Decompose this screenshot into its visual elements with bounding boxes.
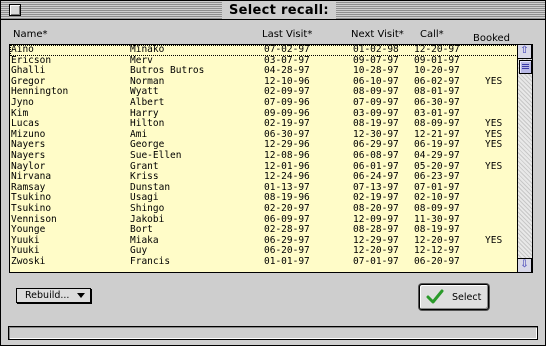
- column-header-call[interactable]: Call*: [420, 29, 444, 40]
- cell-last-visit: 12-08-96: [264, 149, 310, 161]
- cell-last-name: Nayers: [11, 149, 46, 161]
- popup-triangle-icon: [77, 293, 85, 298]
- cell-first-name: Minako: [130, 45, 165, 55]
- cell-booked: YES: [485, 75, 503, 87]
- rebuild-popup-button[interactable]: Rebuild...: [16, 288, 91, 303]
- cell-first-name: Shingo: [130, 202, 165, 214]
- column-header-next-visit[interactable]: Next Visit*: [351, 29, 404, 40]
- column-header-booked[interactable]: Booked: [473, 33, 510, 44]
- table-row[interactable]: Nayers Sue-Ellen 12-08-96 06-08-97 04-29-97: [10, 149, 518, 162]
- table-row[interactable]: Jyno Albert 07-09-96 07-09-97 06-30-97: [10, 96, 518, 109]
- scroll-down-arrow-icon[interactable]: ⇩: [518, 258, 532, 272]
- cell-booked: YES: [485, 160, 503, 172]
- close-box-icon[interactable]: [9, 4, 21, 16]
- cell-next-visit: 01-02-98: [353, 45, 399, 55]
- cell-last-name: Zwoski: [11, 255, 46, 267]
- cell-first-name: Francis: [130, 255, 171, 267]
- column-headers: Name* Last Visit* Next Visit* Call* Book…: [1, 21, 545, 44]
- recall-dialog-window: Select recall: Name* Last Visit* Next Vi…: [0, 0, 546, 346]
- green-checkmark-icon: [426, 289, 444, 304]
- cell-first-name: Albert: [130, 96, 165, 108]
- cell-last-name: Tsukino: [11, 202, 52, 214]
- cell-first-name: Sue-Ellen: [130, 149, 182, 161]
- status-bar: [8, 326, 538, 340]
- window-title: Select recall:: [222, 2, 336, 19]
- cell-next-visit: 07-09-97: [353, 96, 399, 108]
- column-header-name[interactable]: Name*: [13, 29, 48, 40]
- cell-call: 08-09-97: [414, 202, 460, 214]
- title-bar[interactable]: Select recall:: [1, 1, 545, 20]
- cell-next-visit: 07-01-97: [353, 255, 399, 267]
- table-row[interactable]: Aino Minako 07-02-97 01-02-98 12-20-97: [10, 45, 518, 56]
- cell-last-name: Jyno: [11, 96, 34, 108]
- vertical-scrollbar[interactable]: ⇧ ⇩: [517, 45, 532, 272]
- scroll-up-arrow-icon[interactable]: ⇧: [518, 45, 532, 59]
- cell-booked: YES: [485, 139, 503, 151]
- cell-next-visit: 08-20-97: [353, 202, 399, 214]
- cell-last-visit: 02-20-97: [264, 202, 310, 214]
- cell-call: 04-29-97: [414, 149, 460, 161]
- select-button[interactable]: Select: [419, 284, 489, 310]
- select-label: Select: [452, 292, 482, 303]
- cell-last-visit: 01-01-97: [264, 255, 310, 267]
- cell-call: 06-20-97: [414, 255, 460, 267]
- column-header-last-visit[interactable]: Last Visit*: [262, 29, 312, 40]
- cell-last-visit: 07-02-97: [264, 45, 310, 55]
- table-row[interactable]: Zwoski Francis 01-01-97 07-01-97 06-20-97: [10, 255, 518, 268]
- rebuild-label: Rebuild...: [25, 290, 70, 301]
- recall-list-rows: Aino Minako 07-02-97 01-02-98 12-20-97 Ericso…: [10, 45, 518, 272]
- cell-last-visit: 07-09-96: [264, 96, 310, 108]
- cell-last-name: Aino: [11, 45, 34, 55]
- cell-next-visit: 06-08-97: [353, 149, 399, 161]
- cell-call: 12-20-97: [414, 45, 460, 55]
- scroll-thumb[interactable]: [519, 60, 532, 74]
- table-row[interactable]: Tsukino Shingo 02-20-97 08-20-97 08-09-97: [10, 202, 518, 215]
- cell-call: 06-30-97: [414, 96, 460, 108]
- recall-list[interactable]: Aino Minako 07-02-97 01-02-98 12-20-97 Ericso…: [9, 44, 533, 273]
- cell-booked: YES: [485, 234, 503, 246]
